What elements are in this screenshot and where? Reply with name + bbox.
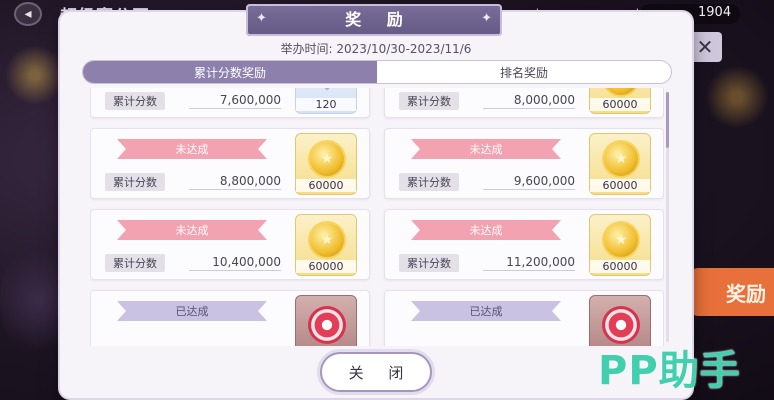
reward-item[interactable]: ★ 60000 bbox=[295, 133, 357, 195]
score-label: 累计分数 bbox=[399, 254, 459, 272]
score-label: 累计分数 bbox=[399, 92, 459, 110]
reward-button[interactable]: 奖励 bbox=[690, 268, 774, 316]
coin-icon: ★ bbox=[310, 142, 344, 176]
milestone-list[interactable]: 累计分数 7,600,000 120 累计分数 8,000,000 ★ 6000… bbox=[90, 88, 664, 346]
milestone-card: 未达成 累计分数 10,400,000 ★ 60000 bbox=[90, 209, 370, 280]
milestone-card: 未达成 累计分数 11,200,000 ★ 60000 bbox=[384, 209, 664, 280]
score-label: 累计分数 bbox=[105, 92, 165, 110]
score-label: 累计分数 bbox=[105, 173, 165, 191]
status-ribbon: 已达成 bbox=[411, 301, 561, 321]
back-arrow-icon[interactable]: ◂ bbox=[14, 2, 42, 26]
reward-quantity: 60000 bbox=[296, 260, 356, 273]
close-button[interactable]: 关 闭 bbox=[320, 352, 432, 392]
reward-item[interactable]: 120 bbox=[295, 88, 357, 114]
reward-quantity: 60000 bbox=[296, 179, 356, 192]
score-value: 9,600,000 bbox=[483, 174, 575, 190]
reward-quantity: 60000 bbox=[590, 98, 650, 111]
pp-assistant-watermark: PP助手 bbox=[598, 348, 741, 394]
milestone-card: 累计分数 8,000,000 ★ 60000 bbox=[384, 88, 664, 118]
status-ribbon: 未达成 bbox=[117, 220, 267, 240]
dialog-title: 奖 励 bbox=[345, 10, 413, 29]
reward-quantity: 120 bbox=[296, 98, 356, 111]
reward-item[interactable]: ★ 60000 bbox=[295, 214, 357, 276]
score-label: 累计分数 bbox=[105, 254, 165, 272]
score-label: 累计分数 bbox=[399, 173, 459, 191]
gem-icon bbox=[308, 88, 346, 91]
close-icon[interactable]: ✕ bbox=[688, 32, 722, 62]
reward-tabs: 累计分数奖励 排名奖励 bbox=[82, 60, 672, 84]
status-ribbon: 已达成 bbox=[117, 301, 267, 321]
coin-icon: ★ bbox=[604, 223, 638, 257]
reward-quantity: 60000 bbox=[590, 260, 650, 273]
status-ribbon: 未达成 bbox=[411, 139, 561, 159]
badge-icon: ✿ bbox=[308, 306, 346, 344]
milestone-card: 未达成 累计分数 9,600,000 ★ 60000 bbox=[384, 128, 664, 199]
event-period: 举办时间: 2023/10/30-2023/11/6 bbox=[280, 42, 472, 56]
score-value: 10,400,000 bbox=[189, 255, 281, 271]
milestone-card: 已达成 ✿ bbox=[90, 290, 370, 346]
currency-value: 1904 bbox=[698, 5, 732, 20]
score-value: 8,800,000 bbox=[189, 174, 281, 190]
dialog-title-banner: ✦ 奖 励 ✦ bbox=[246, 4, 502, 36]
tab-ranking[interactable]: 排名奖励 bbox=[377, 61, 671, 83]
status-ribbon: 未达成 bbox=[117, 139, 267, 159]
list-scrollbar[interactable] bbox=[666, 92, 669, 342]
reward-item[interactable]: ★ 60000 bbox=[589, 133, 651, 195]
tab-cumulative-score[interactable]: 累计分数奖励 bbox=[83, 61, 377, 83]
milestone-card: 未达成 累计分数 8,800,000 ★ 60000 bbox=[90, 128, 370, 199]
sparkle-icon: ✦ bbox=[481, 11, 492, 26]
reward-item[interactable]: ★ 60000 bbox=[589, 214, 651, 276]
coin-icon: ★ bbox=[310, 223, 344, 257]
score-value: 7,600,000 bbox=[189, 93, 281, 109]
score-value: 11,200,000 bbox=[483, 255, 575, 271]
status-ribbon: 未达成 bbox=[411, 220, 561, 240]
coin-icon: ★ bbox=[604, 88, 638, 95]
score-value: 8,000,000 bbox=[483, 93, 575, 109]
reward-item[interactable]: ★ 60000 bbox=[589, 88, 651, 114]
firework-decoration bbox=[700, 60, 774, 134]
milestone-card: 累计分数 7,600,000 120 bbox=[90, 88, 370, 118]
scrollbar-thumb[interactable] bbox=[666, 92, 669, 148]
sparkle-icon: ✦ bbox=[256, 11, 267, 26]
reward-quantity: 60000 bbox=[590, 179, 650, 192]
coin-icon: ★ bbox=[604, 142, 638, 176]
reward-item[interactable]: ✿ bbox=[295, 295, 357, 346]
